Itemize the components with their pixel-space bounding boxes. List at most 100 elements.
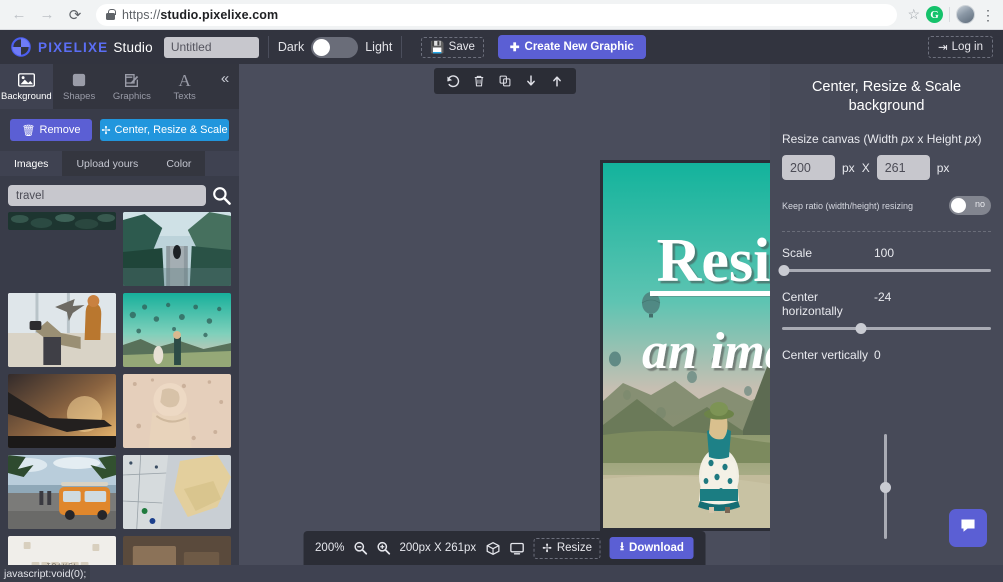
panel-divider [782, 231, 991, 232]
send-down-icon[interactable] [518, 68, 544, 94]
login-arrow-icon: ⇥ [938, 40, 948, 54]
profile-avatar-icon[interactable] [956, 5, 975, 24]
monitor-preview-icon[interactable] [509, 541, 524, 556]
move-arrows-icon: ✢ [542, 541, 552, 555]
sidebar-item-label: Shapes [63, 91, 95, 102]
keep-ratio-row: Keep ratio (width/height) resizing no [782, 196, 991, 215]
download-button[interactable]: ⭳Download [610, 537, 694, 559]
browser-toolbar: ← → ⟳ https://studio.pixelixe.com ☆ G ⋮ [0, 0, 1003, 30]
search-input[interactable] [8, 185, 206, 206]
background-subtabs: Images Upload yours Color [0, 151, 239, 176]
subtab-filler [205, 151, 239, 176]
3d-box-icon[interactable] [485, 541, 500, 556]
thumb-desk-flatlay[interactable] [123, 536, 231, 565]
star-icon[interactable]: ☆ [907, 6, 920, 23]
center-vertical-label: Center vertically [782, 348, 874, 362]
sidebar-item-background[interactable]: Background [0, 64, 53, 109]
sidebar-item-shapes[interactable]: Shapes [53, 64, 106, 109]
canvas-area: Resize an image 200% 200px X 261px ✢Resi… [239, 64, 770, 565]
sidebar-item-label: Background [1, 91, 52, 102]
width-unit-label: px [842, 161, 855, 175]
thumb-scrabble-travel-world[interactable]: T R A V E L T H E W O R L D [8, 536, 116, 565]
background-action-row: 🗑Remove ✢Center, Resize & Scale [0, 109, 239, 151]
center-vertical-value: 0 [874, 348, 881, 362]
thumb-fjord-pier[interactable] [123, 212, 231, 286]
resize-canvas-label: Resize canvas (Width px x Height px) [782, 132, 991, 146]
zoom-in-icon[interactable] [376, 541, 390, 555]
theme-light-label: Light [365, 40, 392, 54]
pencil-square-icon [124, 71, 139, 89]
letter-a-icon: A [178, 71, 190, 89]
move-arrows-icon: ✢ [101, 124, 110, 137]
keep-ratio-label: Keep ratio (width/height) resizing [782, 201, 913, 211]
center-horizontal-slider-thumb[interactable] [856, 323, 867, 334]
create-new-graphic-button[interactable]: ✚Create New Graphic [498, 35, 646, 59]
canvas-object-toolbar [434, 68, 576, 94]
subtab-images[interactable]: Images [0, 151, 62, 176]
pixelixe-logo-icon [10, 36, 32, 58]
center-vertical-slider[interactable] [884, 434, 887, 539]
canvas-dimension-inputs: px X px [782, 155, 991, 180]
trash-icon[interactable] [466, 68, 492, 94]
thumb-cappadocia-balloons[interactable] [123, 293, 231, 367]
resize-button[interactable]: ✢Resize [533, 538, 601, 559]
thumb-airplane-wing-sunset[interactable] [8, 374, 116, 448]
document-title-input[interactable] [164, 37, 259, 58]
sidebar-item-texts[interactable]: A Texts [158, 64, 211, 109]
canvas-width-input[interactable] [782, 155, 835, 180]
thumb-airport-traveler[interactable] [8, 293, 116, 367]
login-button[interactable]: ⇥Log in [928, 36, 993, 58]
forward-arrow-icon[interactable]: → [36, 4, 58, 26]
save-button[interactable]: 💾Save [421, 37, 484, 58]
center-horizontal-slider-block: Center horizontally -24 [782, 290, 991, 330]
sidebar-item-graphics[interactable]: Graphics [106, 64, 159, 109]
sidebar-item-label: Graphics [113, 91, 151, 102]
subtab-upload-yours[interactable]: Upload yours [62, 151, 152, 176]
subtab-color[interactable]: Color [152, 151, 205, 176]
center-horizontal-slider[interactable] [782, 327, 991, 330]
canvas-height-input[interactable] [877, 155, 930, 180]
header-divider-2 [401, 36, 402, 58]
lock-icon [106, 9, 115, 20]
center-vertical-slider-block: Center vertically 0 [782, 348, 991, 362]
search-icon[interactable] [212, 186, 231, 205]
send-up-icon[interactable] [544, 68, 570, 94]
scale-label: Scale [782, 246, 874, 260]
browser-menu-icon[interactable]: ⋮ [981, 8, 995, 22]
sidebar-tabs: Background Shapes Graphics A Texts [0, 64, 239, 109]
design-canvas[interactable]: Resize an image [600, 160, 770, 531]
canvas-dimensions-label: 200px X 261px [399, 542, 476, 554]
thumb-map-pins[interactable] [123, 455, 231, 529]
right-panel: Center, Resize & Scalebackground Resize … [770, 64, 1003, 565]
header-divider-1 [268, 36, 269, 58]
thumb-orange-van-beach[interactable] [8, 455, 116, 529]
back-arrow-icon[interactable]: ← [8, 4, 30, 26]
theme-toggle[interactable] [311, 37, 358, 58]
thumb-dark-stones[interactable] [8, 212, 116, 230]
undo-icon[interactable] [440, 68, 466, 94]
keep-ratio-toggle[interactable]: no [949, 196, 991, 215]
trash-icon: 🗑 [22, 124, 36, 137]
times-label: X [862, 161, 870, 175]
thumb-globe-hands[interactable] [123, 374, 231, 448]
reload-icon[interactable]: ⟳ [64, 4, 86, 26]
image-icon [18, 71, 35, 89]
height-unit-label: px [937, 161, 950, 175]
panel-title: Center, Resize & Scalebackground [782, 78, 991, 116]
center-horizontal-slider-head: Center horizontally -24 [782, 290, 991, 318]
center-resize-scale-button[interactable]: ✢Center, Resize & Scale [100, 119, 229, 141]
duplicate-icon[interactable] [492, 68, 518, 94]
remove-background-button[interactable]: 🗑Remove [10, 119, 92, 141]
scale-slider-thumb[interactable] [779, 265, 790, 276]
scale-slider[interactable] [782, 269, 991, 272]
center-vertical-slider-thumb[interactable] [880, 482, 891, 493]
zoom-out-icon[interactable] [353, 541, 367, 555]
grammarly-extension-icon[interactable]: G [926, 6, 943, 23]
scale-slider-head: Scale 100 [782, 246, 991, 260]
image-search-row [0, 176, 239, 212]
center-horizontal-label: Center horizontally [782, 290, 874, 318]
sidebar-item-label: Texts [174, 91, 196, 102]
chat-support-button[interactable] [949, 509, 987, 547]
collapse-sidebar-button[interactable]: « [211, 64, 239, 109]
address-bar[interactable]: https://studio.pixelixe.com [96, 4, 897, 26]
